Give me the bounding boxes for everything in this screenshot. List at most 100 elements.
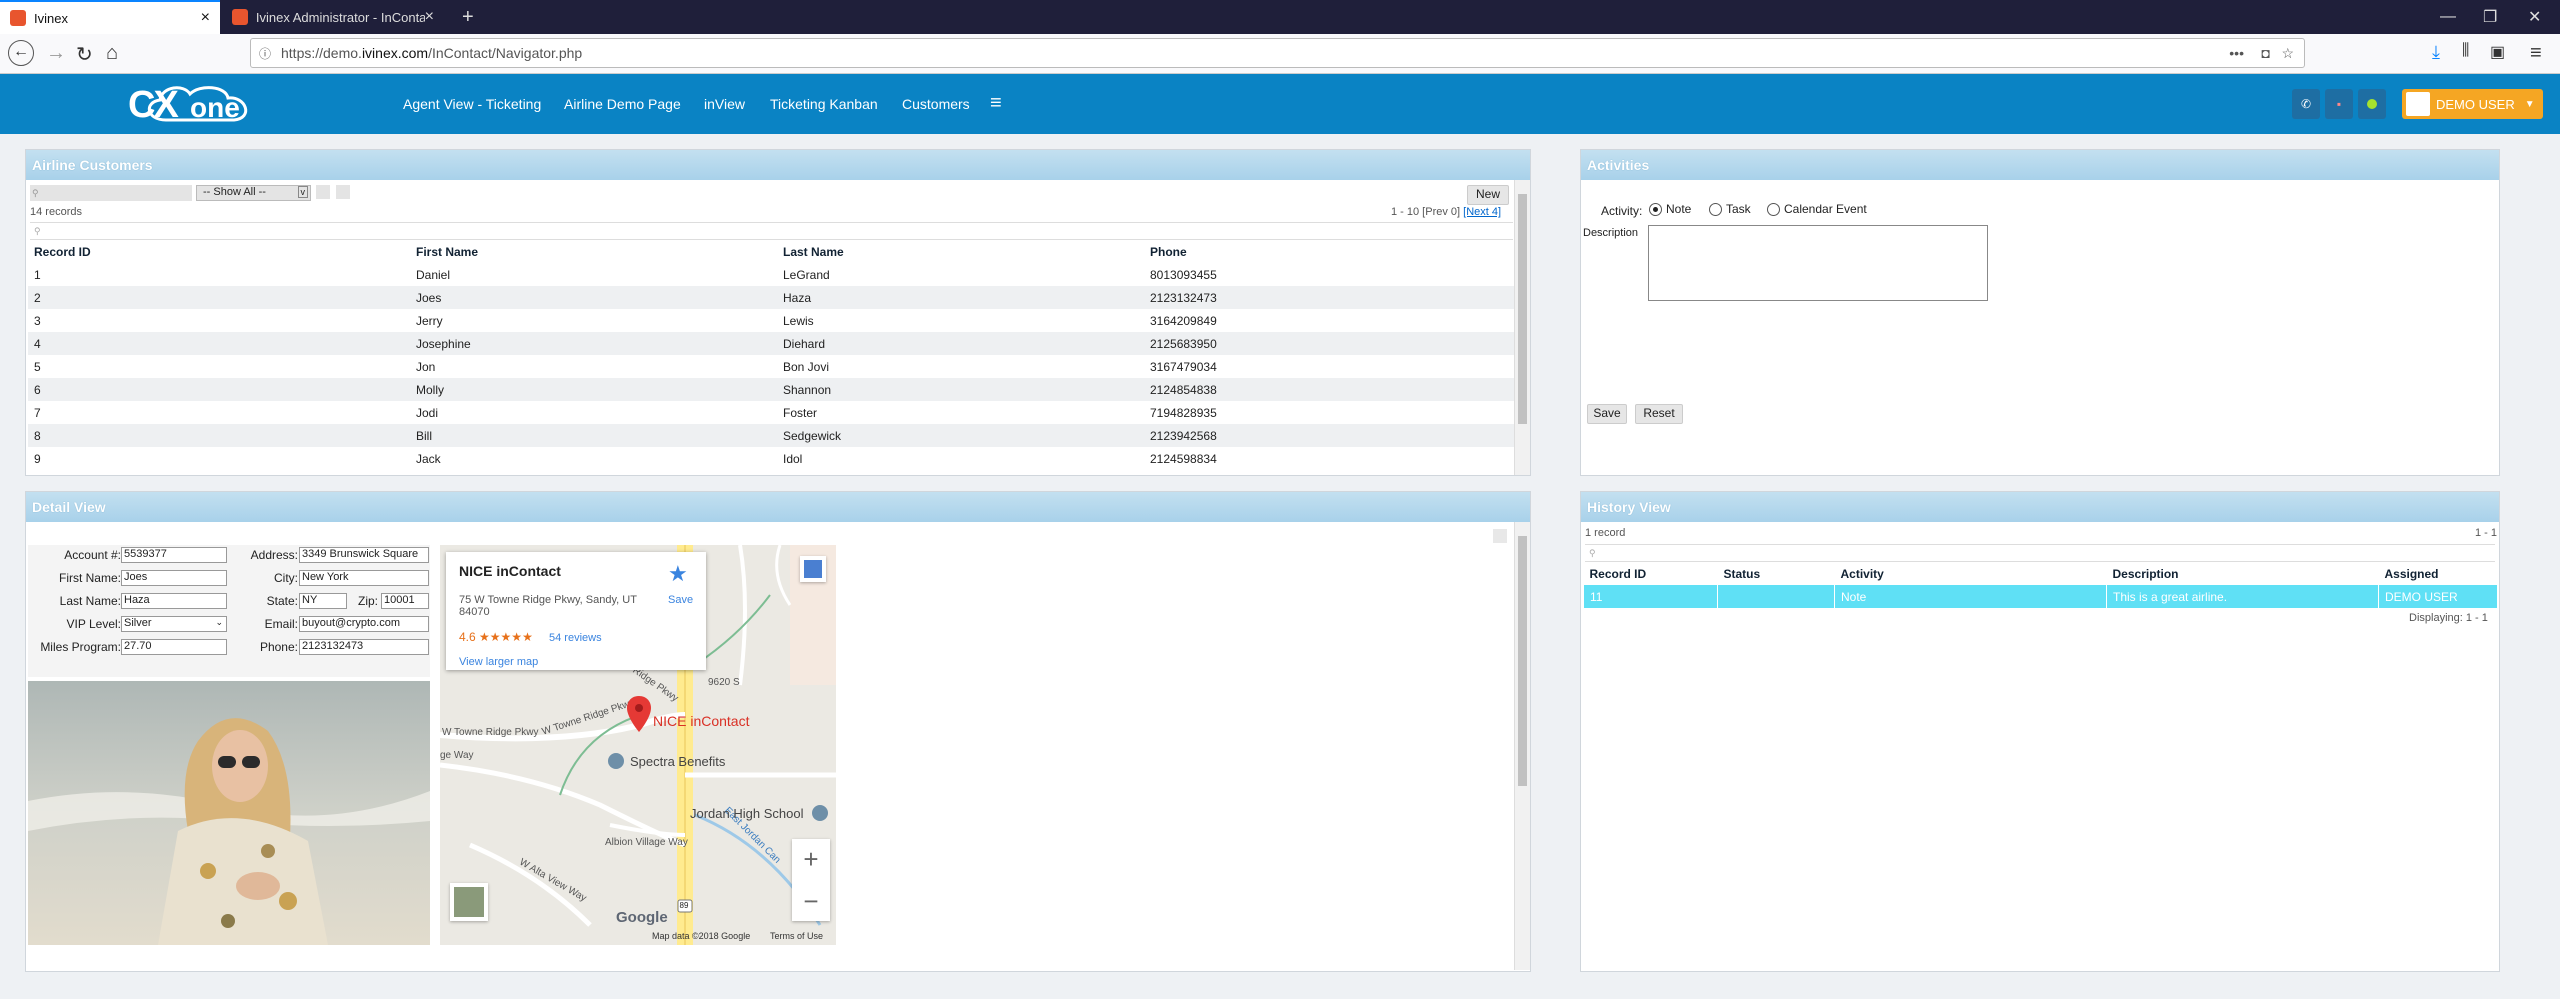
menu-customers[interactable]: Customers [902, 96, 970, 112]
column-header-phone[interactable]: Phone [1144, 240, 1515, 263]
phone-field[interactable]: 2123132473 [299, 639, 429, 655]
reload-icon[interactable]: ↻ [76, 42, 93, 67]
street-view-icon[interactable] [800, 556, 826, 582]
new-tab-button[interactable]: + [452, 0, 482, 34]
phone-icon[interactable]: ✆ [2292, 89, 2320, 119]
user-menu-button[interactable]: DEMO USER ▼ [2402, 89, 2543, 119]
filter-select[interactable]: -- Show All -- v [196, 185, 311, 201]
site-info-icon[interactable]: ⓘ [259, 45, 271, 62]
miles-program-field[interactable]: 27.70 [121, 639, 227, 655]
tab-ivinex[interactable]: Ivinex × [0, 0, 220, 34]
url-bar[interactable]: ⓘ https://demo. ivinex.com/InContact/Navi… [250, 38, 2305, 68]
table-row[interactable]: 7 Jodi Foster 7194828935 [28, 401, 1515, 424]
table-header-row: Record ID Status Activity Description As… [1584, 562, 2498, 585]
scrollbar-thumb[interactable] [1518, 194, 1527, 424]
window-close-icon[interactable]: ✕ [2528, 0, 2541, 34]
account-field[interactable]: 5539377 [121, 547, 227, 563]
hamburger-menu-icon[interactable]: ≡ [2530, 42, 2542, 65]
activity-option-task[interactable]: Task [1709, 202, 1751, 216]
terms-link[interactable]: Terms of Use [770, 931, 823, 941]
last-name-field[interactable]: Haza [121, 593, 227, 609]
sidebar-icon[interactable]: ▣ [2490, 42, 2505, 62]
tab-ivinex-admin[interactable]: Ivinex Administrator - InContac × [222, 0, 444, 34]
save-place-label[interactable]: Save [668, 594, 693, 606]
column-header-status[interactable]: Status [1718, 562, 1835, 585]
downloads-icon[interactable]: ⤓ [2432, 42, 2440, 63]
first-name-field[interactable]: Joes [121, 570, 227, 586]
minimize-icon[interactable]: — [2440, 0, 2456, 34]
state-label: State: [266, 594, 298, 608]
home-icon[interactable]: ⌂ [106, 42, 118, 65]
phone-label: Phone: [259, 640, 298, 654]
new-button[interactable]: New [1467, 185, 1509, 205]
add-icon[interactable] [336, 185, 350, 199]
save-button[interactable]: Save [1587, 404, 1627, 424]
zoom-out-button[interactable]: − [792, 881, 830, 921]
email-field[interactable]: buyout@crypto.com [299, 616, 429, 632]
column-header-description[interactable]: Description [2107, 562, 2379, 585]
column-header-record-id[interactable]: Record ID [28, 240, 410, 263]
table-cell: 2123942568 [1150, 428, 1217, 443]
table-row[interactable]: 8 Bill Sedgewick 2123942568 [28, 424, 1515, 447]
column-filter-row[interactable]: ⚲ [30, 222, 1513, 240]
zip-field[interactable]: 10001 [381, 593, 429, 609]
pocket-icon[interactable]: ◘ [2262, 45, 2270, 61]
close-icon[interactable]: × [201, 9, 210, 27]
table-row[interactable]: 9 Jack Idol 2124598834 [28, 447, 1515, 470]
rating-stars-icon: ★★★★★ [479, 630, 533, 644]
page-actions-icon[interactable]: ••• [2229, 45, 2244, 61]
column-header-activity[interactable]: Activity [1835, 562, 2107, 585]
menu-inview[interactable]: inView [704, 96, 745, 112]
embedded-map[interactable]: 89 9620 S ge Way W Towne Ridge Pkwy W To… [440, 545, 836, 945]
column-header-assigned[interactable]: Assigned [2379, 562, 2498, 585]
address-field[interactable]: 3349 Brunswick Square [299, 547, 429, 563]
view-larger-map-link[interactable]: View larger map [459, 656, 538, 668]
zoom-in-button[interactable]: + [792, 839, 830, 879]
state-field[interactable]: NY [299, 593, 347, 609]
restore-icon[interactable]: ❐ [2483, 0, 2497, 34]
school-label: Jordan High School [690, 806, 804, 821]
bookmark-star-icon[interactable]: ☆ [2281, 45, 2294, 62]
menu-ticketing-kanban[interactable]: Ticketing Kanban [770, 96, 878, 112]
place-marker-icon[interactable] [608, 753, 624, 769]
activity-option-calendar-event[interactable]: Calendar Event [1767, 202, 1867, 216]
table-row[interactable]: 6 Molly Shannon 2124854838 [28, 378, 1515, 401]
description-textarea[interactable] [1648, 225, 1988, 301]
column-header-record-id[interactable]: Record ID [1584, 562, 1718, 585]
save-place-icon[interactable]: ★ [668, 561, 688, 587]
map-pin-icon[interactable] [627, 696, 651, 732]
column-header-first-name[interactable]: First Name [410, 240, 777, 263]
column-header-last-name[interactable]: Last Name [777, 240, 1144, 263]
satellite-toggle[interactable] [450, 883, 488, 921]
detail-scrollbar[interactable] [1514, 522, 1530, 970]
table-scrollbar[interactable] [1514, 180, 1530, 475]
activity-option-note[interactable]: Note [1649, 202, 1691, 216]
table-row[interactable]: 4 Josephine Diehard 2125683950 [28, 332, 1515, 355]
reset-button[interactable]: Reset [1635, 404, 1683, 424]
table-row[interactable]: 5 Jon Bon Jovi 3167479034 [28, 355, 1515, 378]
forward-icon[interactable]: → [46, 42, 66, 65]
refresh-icon[interactable] [316, 185, 330, 199]
school-marker-icon[interactable] [812, 805, 828, 821]
close-icon[interactable]: × [425, 8, 434, 26]
search-input[interactable]: ⚲ [30, 185, 192, 201]
library-icon[interactable]: ⫼ [2462, 42, 2469, 60]
next-page-link[interactable]: [Next 4] [1463, 206, 1501, 218]
vip-level-select[interactable]: Silver ⌄ [121, 616, 227, 632]
column-filter-row[interactable]: ⚲ [1585, 544, 2495, 562]
more-menu-icon[interactable]: ≡ [990, 92, 1002, 115]
table-row[interactable]: 1 Daniel LeGrand 8013093455 [28, 263, 1515, 286]
menu-agent-view-ticketing[interactable]: Agent View - Ticketing [403, 96, 541, 112]
reviews-link[interactable]: 54 reviews [549, 632, 602, 644]
expand-icon[interactable] [1493, 529, 1507, 543]
scrollbar-thumb[interactable] [1518, 536, 1527, 786]
back-icon[interactable]: ← [8, 40, 34, 66]
app-header [0, 74, 2560, 134]
chat-icon[interactable]: ▪ [2325, 89, 2353, 119]
table-row[interactable]: 11 Note This is a great airline. DEMO USER [1583, 585, 2497, 608]
city-field[interactable]: New York [299, 570, 429, 586]
table-row[interactable]: 2 Joes Haza 2123132473 [28, 286, 1515, 309]
status-indicator[interactable] [2358, 89, 2386, 119]
menu-airline-demo-page[interactable]: Airline Demo Page [564, 96, 681, 112]
table-row[interactable]: 3 Jerry Lewis 3164209849 [28, 309, 1515, 332]
